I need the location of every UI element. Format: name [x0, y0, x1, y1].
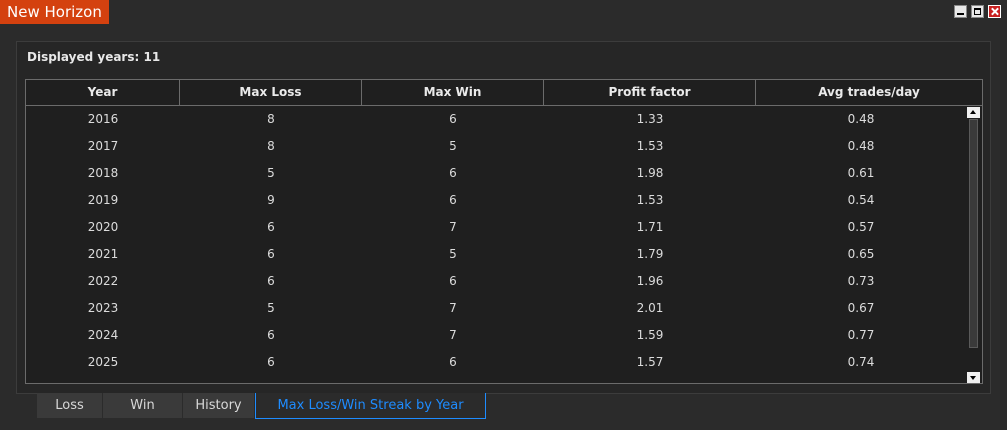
table-row[interactable]: 2019 9 6 1.53 0.54 — [26, 187, 966, 214]
table-cell: 6 — [449, 193, 457, 207]
table-cell: 2025 — [87, 355, 119, 369]
table-cell: 6 — [267, 355, 275, 369]
tab-history[interactable]: History — [183, 393, 255, 418]
maximize-icon[interactable] — [971, 5, 984, 18]
table-cell: 9 — [267, 193, 275, 207]
table-cell: 8 — [267, 139, 275, 153]
table-cell: 6 — [267, 328, 275, 342]
table-cell: 1.53 — [636, 139, 664, 153]
minimize-icon[interactable] — [954, 5, 967, 18]
table-cell: 2022 — [87, 274, 119, 288]
table-cell: 1.79 — [636, 247, 664, 261]
table-cell: 0.67 — [847, 301, 875, 315]
table-header: Year Max Loss Max Win Profit factor Avg … — [26, 80, 982, 106]
table-cell: 1.98 — [636, 166, 664, 180]
table-row[interactable]: 2021 6 5 1.79 0.65 — [26, 241, 966, 268]
table-row[interactable]: 2022 6 6 1.96 0.73 — [26, 268, 966, 295]
table-cell: 1.33 — [636, 112, 664, 126]
table-cell: 0.57 — [847, 220, 875, 234]
table-cell: 2024 — [87, 328, 119, 342]
table-cell: 5 — [267, 301, 275, 315]
table-cell: 2017 — [87, 139, 119, 153]
table-cell: 1.71 — [636, 220, 664, 234]
tab-max-loss-win-streak[interactable]: Max Loss/Win Streak by Year — [255, 393, 486, 419]
table-cell: 0.77 — [847, 328, 875, 342]
table-row[interactable]: 2018 5 6 1.98 0.61 — [26, 160, 966, 187]
column-header-avg-trades[interactable]: Avg trades/day — [756, 80, 982, 106]
table-cell: 2023 — [87, 301, 119, 315]
table-cell: 0.48 — [847, 139, 875, 153]
table-cell: 1.57 — [636, 355, 664, 369]
table-cell: 6 — [267, 274, 275, 288]
tab-win[interactable]: Win — [103, 393, 183, 418]
table-cell: 1.59 — [636, 328, 664, 342]
table-cell: 2016 — [87, 112, 119, 126]
table-cell: 2019 — [87, 193, 119, 207]
table-row[interactable]: 2025 6 6 1.57 0.74 — [26, 349, 966, 376]
table-row[interactable]: 2016 8 6 1.33 0.48 — [26, 106, 966, 133]
column-header-max-loss[interactable]: Max Loss — [180, 80, 362, 106]
table-cell: 0.65 — [847, 247, 875, 261]
scroll-down-icon[interactable] — [967, 372, 980, 383]
table-cell: 5 — [449, 139, 457, 153]
table-cell: 0.74 — [847, 355, 875, 369]
column-header-profit-factor[interactable]: Profit factor — [544, 80, 756, 106]
table-cell: 6 — [267, 220, 275, 234]
table-row[interactable]: 2017 8 5 1.53 0.48 — [26, 133, 966, 160]
title-bar: New Horizon — [0, 0, 1007, 24]
scroll-up-icon[interactable] — [967, 107, 980, 118]
table-cell: 8 — [267, 112, 275, 126]
table-cell: 7 — [449, 220, 457, 234]
table-cell: 7 — [449, 328, 457, 342]
table-cell: 2021 — [87, 247, 119, 261]
table-row[interactable]: 2024 6 7 1.59 0.77 — [26, 322, 966, 349]
table-cell: 2.01 — [636, 301, 664, 315]
close-icon[interactable] — [988, 5, 1001, 18]
table-cell: 0.48 — [847, 112, 875, 126]
table-row[interactable]: 2023 5 7 2.01 0.67 — [26, 295, 966, 322]
table-cell: 1.53 — [636, 193, 664, 207]
table-cell: 6 — [449, 355, 457, 369]
streak-table: Year Max Loss Max Win Profit factor Avg … — [25, 79, 983, 384]
table-cell: 5 — [449, 247, 457, 261]
tab-bar: Loss Win History Max Loss/Win Streak by … — [37, 393, 486, 419]
table-cell: 0.73 — [847, 274, 875, 288]
table-cell: 2020 — [87, 220, 119, 234]
scroll-thumb[interactable] — [969, 119, 978, 348]
table-cell: 6 — [267, 247, 275, 261]
table-cell: 0.61 — [847, 166, 875, 180]
table-cell: 6 — [449, 274, 457, 288]
table-cell: 1.96 — [636, 274, 664, 288]
column-header-max-win[interactable]: Max Win — [362, 80, 544, 106]
table-cell: 2018 — [87, 166, 119, 180]
table-cell: 6 — [449, 166, 457, 180]
table-cell: 6 — [449, 112, 457, 126]
vertical-scrollbar[interactable] — [967, 107, 980, 383]
window-title: New Horizon — [0, 0, 109, 24]
column-header-year[interactable]: Year — [26, 80, 180, 106]
table-cell: 5 — [267, 166, 275, 180]
displayed-years-label: Displayed years: 11 — [27, 50, 161, 64]
table-body: 2016 8 6 1.33 0.48 2017 8 5 1.53 0.48 2018 5 6 1.98 0.… — [26, 106, 966, 376]
table-row[interactable]: 2020 6 7 1.71 0.57 — [26, 214, 966, 241]
table-cell: 0.54 — [847, 193, 875, 207]
tab-loss[interactable]: Loss — [37, 393, 103, 418]
table-cell: 7 — [449, 301, 457, 315]
